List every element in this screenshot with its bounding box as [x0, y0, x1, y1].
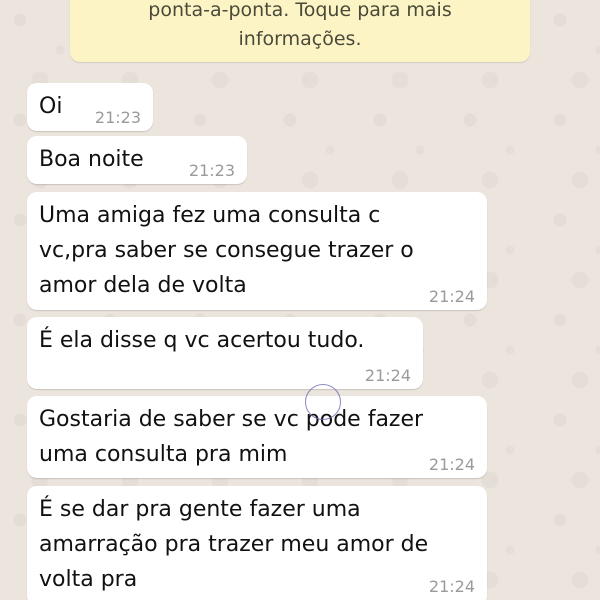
message-timestamp: 21:24: [428, 455, 475, 474]
encryption-notice-line-1: ponta-a-ponta. Toque para mais: [148, 0, 452, 21]
encryption-notice-line-2: informações.: [238, 28, 362, 50]
message-bubble[interactable]: É se dar pra gente fazer uma amarração p…: [27, 486, 487, 600]
message-bubble[interactable]: Gostaria de saber se vc pode fazer uma c…: [27, 396, 487, 478]
message-timestamp: 21:24: [428, 577, 475, 596]
message-text: É se dar pra gente fazer uma amarração p…: [39, 497, 429, 592]
encryption-notice[interactable]: ponta-a-ponta. Toque para mais informaçõ…: [70, 0, 530, 62]
touch-indicator: [305, 384, 341, 420]
message-bubble[interactable]: Oi 21:23: [27, 83, 153, 131]
message-text: Uma amiga fez uma consulta c vc,pra sabe…: [39, 203, 414, 298]
message-bubble[interactable]: É ela disse q vc acertou tudo. 21:24: [27, 317, 423, 389]
message-timestamp: 21:23: [94, 108, 141, 127]
message-bubble[interactable]: Boa noite 21:23: [27, 136, 247, 184]
message-text: É ela disse q vc acertou tudo.: [39, 328, 365, 353]
message-text: Gostaria de saber se vc pode fazer uma c…: [39, 407, 424, 467]
message-timestamp: 21:23: [188, 161, 235, 180]
message-bubble[interactable]: Uma amiga fez uma consulta c vc,pra sabe…: [27, 192, 487, 310]
message-timestamp: 21:24: [364, 366, 411, 385]
message-timestamp: 21:24: [428, 287, 475, 306]
